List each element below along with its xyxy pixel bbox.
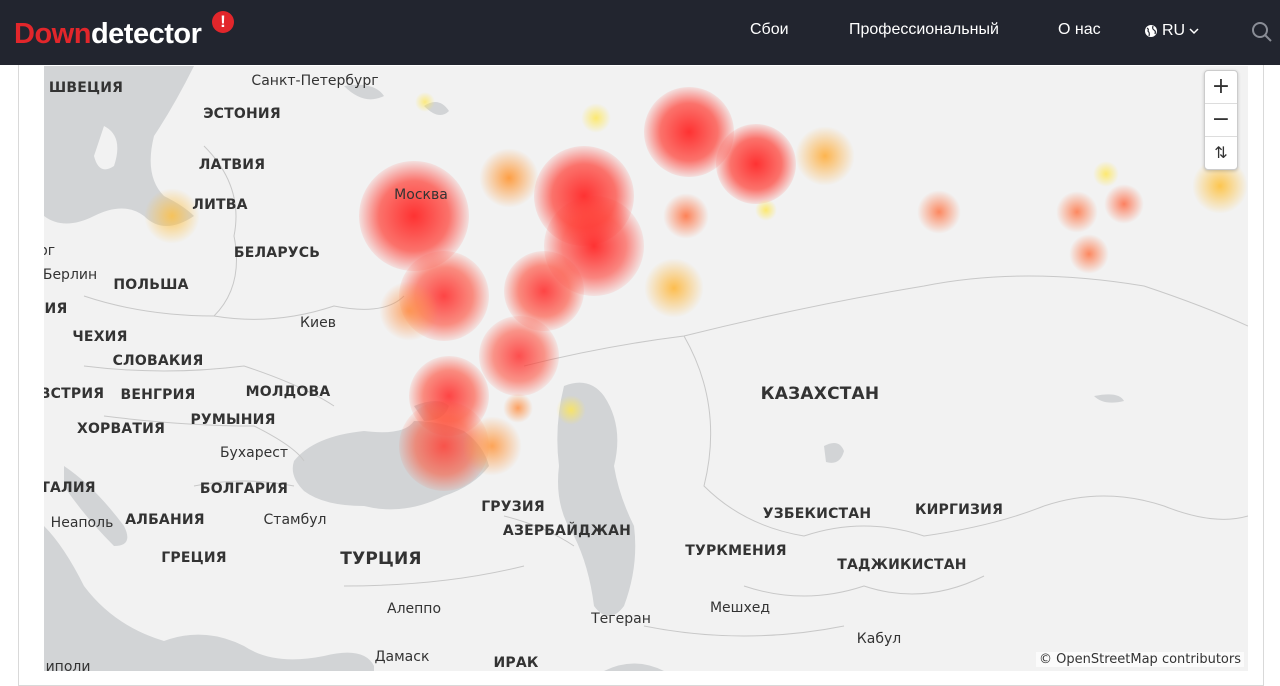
city-label-mashhad: Мешхед: [709, 600, 771, 616]
zoom-in-button[interactable]: +: [1205, 71, 1237, 103]
city-label-tehran: Тегеран: [591, 611, 651, 627]
nav-professional[interactable]: Профессиональный: [849, 21, 999, 39]
city-label-berlin: Берлин: [44, 267, 98, 283]
country-label-hungary: ВЕНГРИЯ: [120, 387, 196, 403]
country-label-albania: АЛБАНИЯ: [125, 512, 205, 528]
country-label-estonia: ЭСТОНИЯ: [203, 106, 281, 122]
logo-down-text: Down: [14, 18, 91, 50]
country-label-partial-austria: ВСТРИЯ: [44, 386, 105, 402]
country-label-georgia: ГРУЗИЯ: [481, 499, 545, 515]
country-label-sweden: ШВЕЦИЯ: [48, 80, 124, 96]
language-selector[interactable]: RU: [1144, 22, 1199, 40]
country-label-poland: ПОЛЬША: [113, 277, 189, 293]
language-label: RU: [1162, 22, 1186, 39]
zoom-out-button[interactable]: −: [1205, 103, 1237, 136]
country-label-kyrgyzstan: КИРГИЗИЯ: [914, 502, 1004, 518]
country-label-greece: ГРЕЦИЯ: [161, 550, 227, 566]
country-label-bulgaria: БОЛГАРИЯ: [199, 481, 289, 497]
city-label-damascus: Дамаск: [374, 649, 430, 665]
logo-alert-badge: !: [212, 11, 234, 33]
globe-icon: [1145, 25, 1157, 37]
city-label-partial: рг: [44, 243, 56, 259]
city-label-kabul: Кабул: [856, 631, 902, 647]
country-label-croatia: ХОРВАТИЯ: [76, 421, 166, 437]
country-label-turkmenistan: ТУРКМЕНИЯ: [685, 543, 787, 559]
outage-map[interactable]: ШВЕЦИЯ ЭСТОНИЯ ЛАТВИЯ ЛИТВА БЕЛАРУСЬ ПОЛ…: [44, 66, 1248, 671]
country-label-partial-italy: ТАЛИЯ: [44, 480, 96, 496]
country-label-belarus: БЕЛАРУСЬ: [233, 245, 321, 261]
city-label-moscow: Москва: [394, 187, 448, 203]
chevron-down-icon: [1189, 28, 1199, 35]
city-label-st-petersburg: Санкт-Петербург: [251, 73, 379, 89]
city-label-bucharest: Бухарест: [219, 445, 289, 461]
top-navbar: Downdetector ! Сбои Профессиональный О н…: [0, 0, 1280, 65]
country-label-iraq: ИРАК: [493, 655, 539, 671]
country-label-azerbaijan: АЗЕРБАЙДЖАН: [502, 523, 632, 539]
city-label-istanbul: Стамбул: [263, 512, 327, 528]
country-label-turkey: ТУРЦИЯ: [340, 549, 422, 569]
city-label-kyiv: Киев: [300, 315, 336, 331]
nav-about[interactable]: О нас: [1058, 21, 1101, 39]
country-label-latvia: ЛАТВИЯ: [198, 157, 266, 173]
country-label-romania: РУМЫНИЯ: [190, 412, 276, 428]
country-label-lithuania: ЛИТВА: [192, 197, 248, 213]
country-label-czechia: ЧЕХИЯ: [72, 329, 128, 345]
country-label-partial-germany: ИЯ: [44, 301, 68, 317]
city-label-partial-tripoli: иполи: [45, 659, 91, 671]
logo-detector-text: detector: [90, 18, 202, 50]
map-attribution[interactable]: © OpenStreetMap contributors: [1036, 652, 1244, 667]
nav-outages[interactable]: Сбои: [750, 21, 789, 39]
country-label-slovakia: СЛОВАКИЯ: [112, 353, 204, 369]
city-label-naples: Неаполь: [50, 515, 114, 531]
reset-north-button[interactable]: ⇅: [1205, 136, 1237, 169]
search-icon[interactable]: [1250, 20, 1274, 44]
country-label-kazakhstan: КАЗАХСТАН: [760, 384, 880, 404]
country-label-uzbekistan: УЗБЕКИСТАН: [762, 506, 872, 522]
downdetector-logo[interactable]: Downdetector: [14, 18, 202, 51]
city-label-aleppo: Алеппо: [386, 601, 442, 617]
map-zoom-controls: + − ⇅: [1204, 70, 1238, 170]
country-label-tajikistan: ТАДЖИКИСТАН: [837, 557, 967, 573]
country-label-moldova: МОЛДОВА: [245, 384, 331, 400]
